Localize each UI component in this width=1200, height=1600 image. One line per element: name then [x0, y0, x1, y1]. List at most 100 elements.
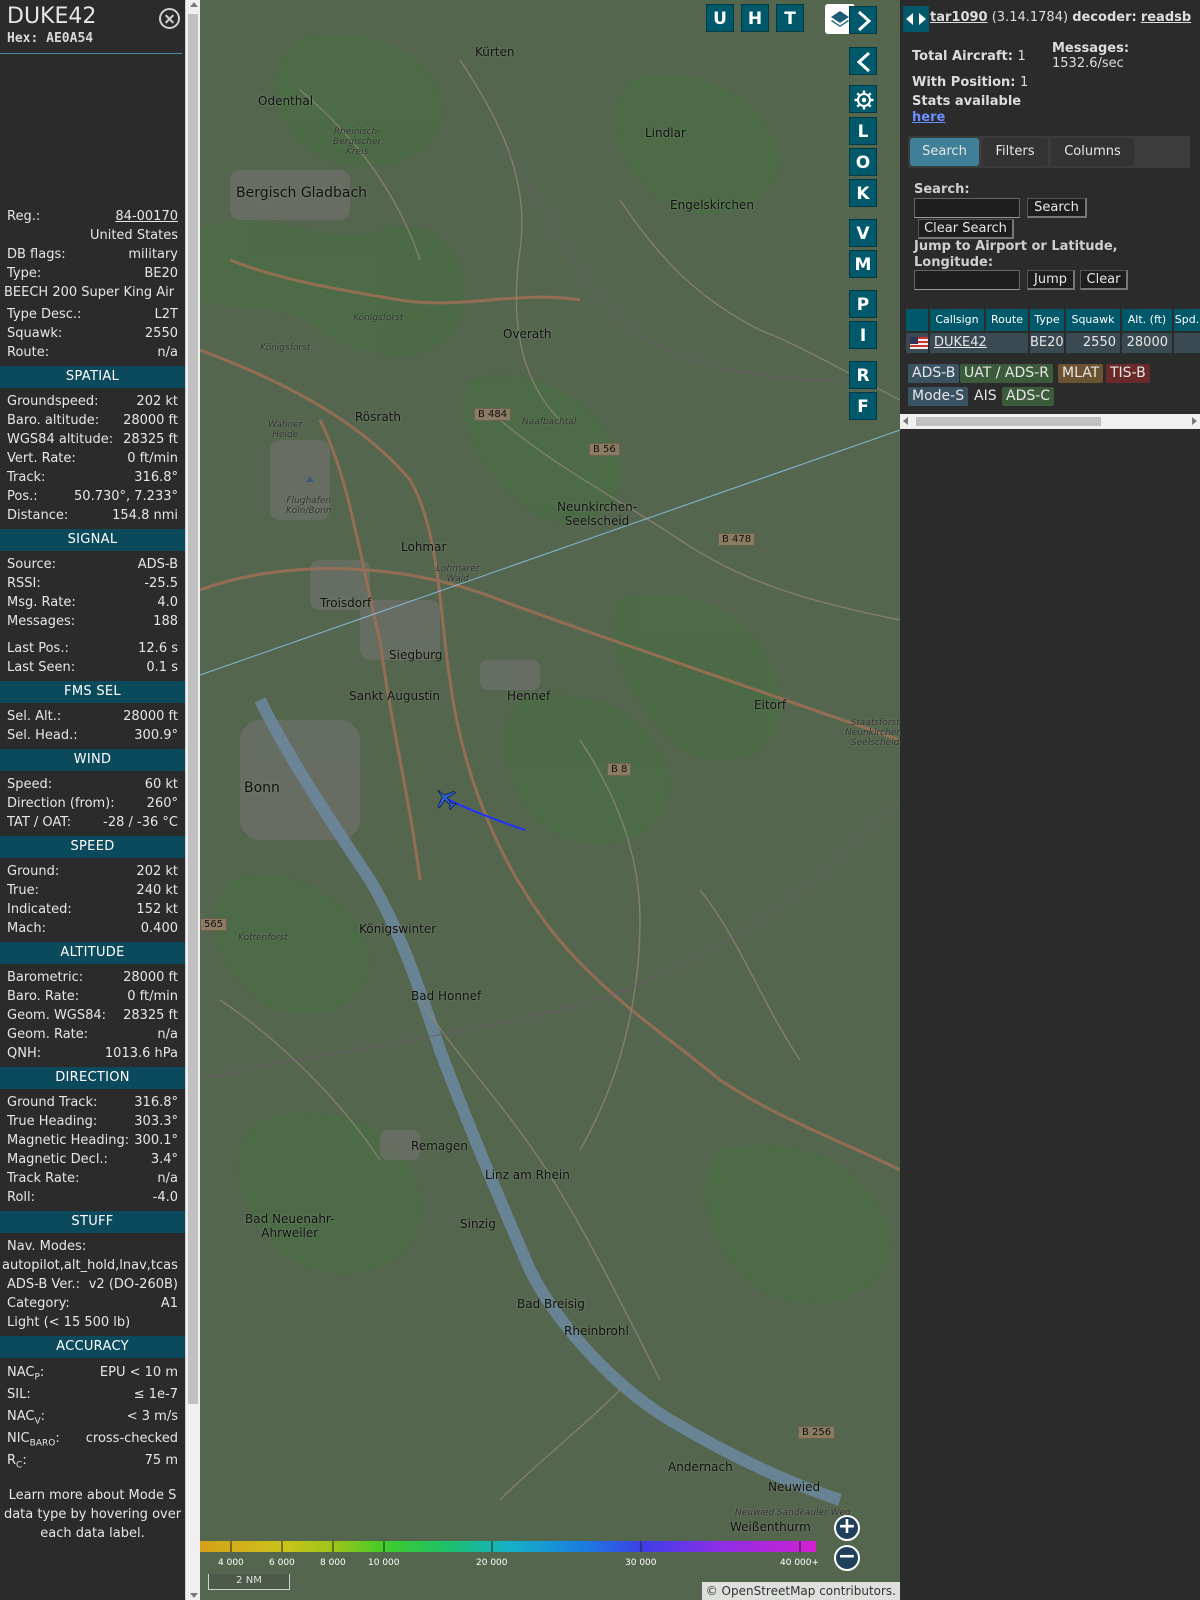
altitude-value: 28325 ft [123, 1008, 178, 1023]
info-panel-scrollbar[interactable] [185, 0, 200, 1600]
spatial-value: 154.8 nmi [112, 508, 178, 523]
toggle-h-button[interactable]: H [741, 4, 769, 32]
table-header-type[interactable]: Type [1030, 309, 1064, 331]
toggle-m-button[interactable]: M [849, 250, 877, 278]
direction-label: True Heading: [7, 1114, 98, 1129]
place-label: Neuwied [768, 1480, 821, 1494]
stuff-label: Nav. Modes: [7, 1239, 87, 1254]
place-label: Bad Breisig [517, 1297, 585, 1311]
road-shield: 565 [200, 918, 228, 931]
toggle-t-button[interactable]: T [776, 4, 804, 32]
spatial-rows: Groundspeed: 202 kt Baro. altitude: 28000 … [0, 392, 185, 525]
place-label: Neuwied Sandkauler Weg [735, 1508, 851, 1518]
tar1090-link[interactable]: tar1090 [930, 10, 988, 25]
direction-value: n/a [157, 1171, 178, 1186]
table-header-altitude[interactable]: Alt. (ft) [1122, 309, 1172, 331]
toggle-o-button[interactable]: O [849, 148, 877, 176]
spatial-value: 202 kt [136, 394, 178, 409]
with-position: With Position: 1 [912, 75, 1029, 90]
place-label: Lohmarer Wald [436, 564, 480, 584]
squawk: 2550 [144, 326, 178, 341]
tab-search[interactable]: Search [910, 138, 979, 166]
place-label: Neunkirchen- Seelscheid [557, 500, 638, 528]
table-cell-squawk[interactable]: 2550 [1066, 333, 1120, 353]
jump-button[interactable]: Jump [1027, 270, 1075, 290]
rc-label: RC: [7, 1453, 27, 1471]
tab-filters[interactable]: Filters [982, 138, 1048, 166]
settings-button[interactable] [849, 85, 877, 113]
collapse-sidebar-button[interactable] [849, 47, 877, 75]
scrollbar-thumb[interactable] [916, 417, 1101, 426]
nacp-value: EPU < 10 m [99, 1365, 178, 1380]
search-input[interactable] [914, 198, 1020, 218]
place-label: Siegburg [389, 648, 443, 662]
aircraft-list-sidebar: tar1090 (3.14.1784) decoder: readsb Tota… [900, 0, 1200, 1600]
jump-input[interactable] [914, 270, 1020, 290]
table-cell-type[interactable]: BE20 [1030, 333, 1064, 353]
scroll-up-arrow-icon[interactable] [190, 2, 198, 7]
selected-aircraft-panel: DUKE42 Hex: AE0A54 Reg.: 84-00170 United … [0, 0, 185, 1600]
section-direction: DIRECTION [0, 1067, 185, 1089]
sidebar-resize-handle[interactable] [903, 6, 929, 32]
aircraft-marker-icon[interactable] [433, 786, 459, 812]
place-label: Sankt Augustin [349, 689, 440, 703]
aircraft-details: Reg.: 84-00170 United States DB flags: mil… [0, 207, 185, 362]
place-label: Kürten [475, 45, 515, 59]
resize-arrows-icon [906, 13, 926, 25]
table-header-squawk[interactable]: Squawk [1066, 309, 1120, 331]
zoom-out-button[interactable]: − [834, 1545, 860, 1571]
scroll-left-arrow-icon[interactable] [903, 417, 908, 425]
spatial-value: 316.8° [134, 470, 178, 485]
spatial-label: Pos.: [7, 489, 38, 504]
place-label: Bonn [244, 780, 280, 796]
tar1090-app: DUKE42 Hex: AE0A54 Reg.: 84-00170 United … [0, 0, 1200, 1600]
place-label: Sinzig [460, 1217, 496, 1231]
clear-search-button[interactable]: Clear Search [918, 219, 1014, 239]
table-cell-altitude[interactable]: 28000 [1122, 333, 1172, 353]
table-header-route[interactable]: Route [986, 309, 1028, 331]
table-header-flag[interactable] [906, 309, 928, 331]
place-label: Troisdorf [320, 596, 372, 610]
spatial-value: 28000 ft [123, 413, 178, 428]
altitude-label: Baro. Rate: [7, 989, 80, 1004]
direction-label: Ground Track: [7, 1095, 98, 1110]
toggle-v-button[interactable]: V [849, 219, 877, 247]
fms-value: 28000 ft [123, 709, 178, 724]
table-cell-flag[interactable] [906, 333, 928, 353]
direction-value: 316.8° [134, 1095, 178, 1110]
detail-label: Reg.: [7, 209, 41, 224]
decoder-link[interactable]: readsb [1141, 10, 1191, 25]
place-label: Königsforst [260, 343, 311, 353]
toggle-l-button[interactable]: L [849, 117, 877, 145]
table-cell-callsign[interactable]: DUKE42 [930, 333, 1028, 353]
table-header-callsign[interactable]: Callsign [930, 309, 984, 331]
toggle-p-button[interactable]: P [849, 290, 877, 318]
tab-columns[interactable]: Columns [1051, 138, 1134, 166]
toggle-r-button[interactable]: R [849, 361, 877, 389]
toggle-k-button[interactable]: K [849, 179, 877, 207]
toggle-u-button[interactable]: U [706, 4, 734, 32]
place-label: Overath [503, 327, 552, 341]
place-label: Kottenforst [238, 933, 288, 943]
source-adsc: ADS-C [1002, 387, 1055, 406]
stats-link[interactable]: here [912, 110, 945, 125]
map-canvas[interactable]: Kürten Odenthal Bergisch Gladbach Lindla… [200, 0, 900, 1600]
expand-sidebar-button[interactable] [849, 6, 877, 34]
close-icon[interactable] [159, 8, 180, 29]
table-horizontal-scrollbar[interactable] [900, 414, 1200, 429]
scroll-right-arrow-icon[interactable] [1192, 417, 1197, 425]
scroll-down-arrow-icon[interactable] [190, 1593, 198, 1598]
clear-button[interactable]: Clear [1080, 270, 1128, 290]
table-header-speed[interactable]: Spd. [1174, 309, 1200, 331]
table-cell-speed[interactable] [1174, 333, 1200, 353]
aircraft-photo-area [0, 54, 185, 207]
toggle-f-button[interactable]: F [849, 392, 877, 420]
search-button[interactable]: Search [1027, 198, 1087, 218]
aircraft-callsign: DUKE42 [7, 4, 97, 29]
registration-link[interactable]: 84-00170 [115, 207, 178, 226]
map-attribution[interactable]: © OpenStreetMap contributors. [701, 1582, 900, 1600]
zoom-in-button[interactable]: + [834, 1515, 860, 1541]
scrollbar-thumb[interactable] [188, 14, 198, 1404]
nicbaro-value: cross-checked [85, 1431, 178, 1446]
toggle-i-button[interactable]: I [849, 321, 877, 349]
